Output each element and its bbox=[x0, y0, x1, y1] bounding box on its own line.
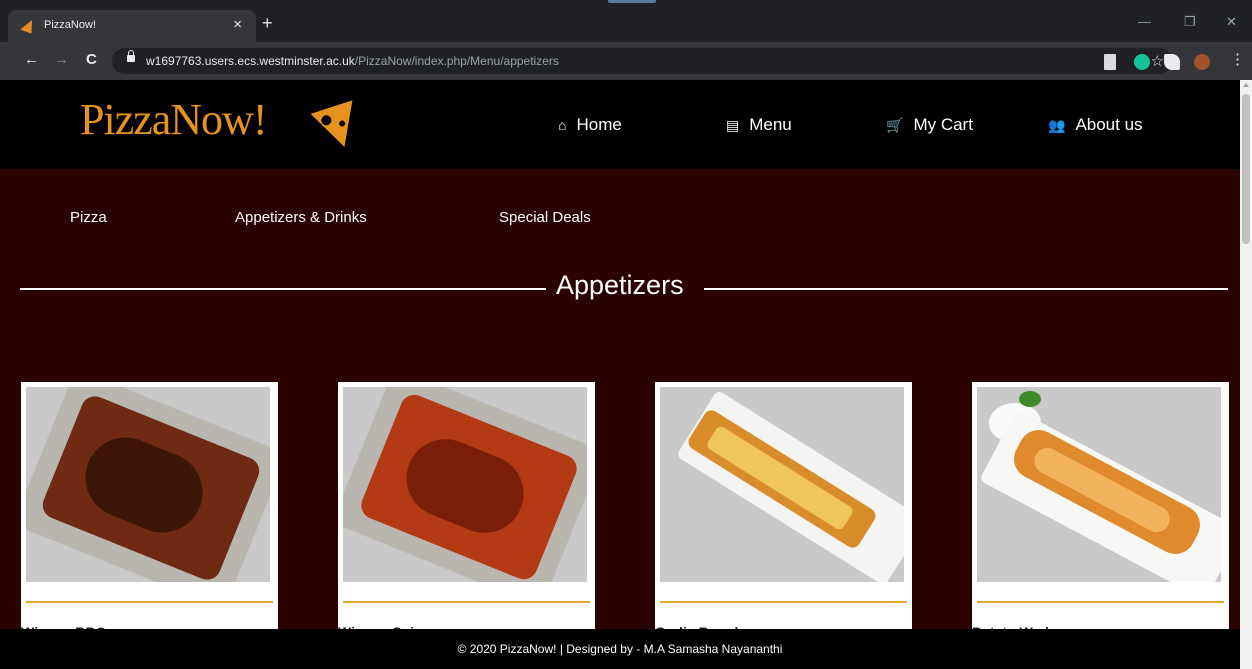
browser-menu-icon[interactable]: ⋮ bbox=[1230, 52, 1245, 68]
forward-icon[interactable]: → bbox=[54, 52, 69, 68]
window-close-icon[interactable]: ✕ bbox=[1226, 14, 1237, 30]
product-image-garlic-bread bbox=[660, 387, 904, 582]
book-icon: ▤ bbox=[726, 117, 740, 133]
nav-my-cart-label: My Cart bbox=[913, 115, 973, 134]
page-scrollbar[interactable] bbox=[1240, 80, 1252, 669]
category-appetizers-drinks[interactable]: Appetizers & Drinks bbox=[235, 209, 367, 226]
minimize-icon[interactable]: — bbox=[1138, 14, 1151, 29]
url-host: w1697763.users.ecs.westminster.ac.uk bbox=[146, 54, 355, 68]
restore-icon[interactable]: ❐ bbox=[1184, 14, 1196, 30]
section-divider-right bbox=[704, 288, 1228, 290]
tab-strip-accent bbox=[608, 0, 656, 3]
url-path: /PizzaNow/index.php/Menu/appetizers bbox=[354, 54, 559, 68]
product-image-wings-spicy bbox=[343, 387, 587, 582]
product-card[interactable]: Garlic Bread bbox=[655, 382, 912, 642]
pizza-favicon-icon bbox=[20, 17, 36, 34]
cart-icon: 🛒 bbox=[886, 117, 904, 133]
site-header: PizzaNow! ⌂ Home ▤ Menu 🛒 My Cart 👥 About us bbox=[0, 80, 1240, 169]
web-page: PizzaNow! ⌂ Home ▤ Menu 🛒 My Cart 👥 About us… bbox=[0, 80, 1240, 669]
nav-home-label: Home bbox=[576, 115, 622, 134]
scroll-up-arrow-icon[interactable] bbox=[1243, 83, 1249, 87]
product-image-potato-wedges bbox=[977, 387, 1221, 582]
card-divider bbox=[26, 601, 273, 603]
product-card[interactable]: Wings - BBQ bbox=[21, 382, 278, 642]
reader-extension-icon[interactable] bbox=[1104, 54, 1116, 70]
back-icon[interactable]: ← bbox=[24, 52, 39, 68]
bookmark-star-icon[interactable]: ☆ bbox=[1151, 52, 1164, 70]
card-divider bbox=[977, 601, 1224, 603]
url-text[interactable]: w1697763.users.ecs.westminster.ac.uk/Piz… bbox=[146, 54, 559, 68]
nav-home[interactable]: ⌂ Home bbox=[558, 115, 622, 135]
section-title: Appetizers bbox=[556, 270, 684, 300]
browser-toolbar: ← → C w1697763.users.ecs.westminster.ac.… bbox=[0, 42, 1252, 80]
grammarly-extension-icon[interactable] bbox=[1134, 54, 1150, 70]
product-card[interactable]: Wings - Spicy bbox=[338, 382, 595, 642]
section-divider-left bbox=[20, 288, 546, 290]
footer-text: © 2020 PizzaNow! | Designed by - M.A Sam… bbox=[457, 642, 783, 656]
site-footer: © 2020 PizzaNow! | Designed by - M.A Sam… bbox=[0, 629, 1240, 669]
address-bar[interactable]: w1697763.users.ecs.westminster.ac.uk/Piz… bbox=[112, 48, 1172, 74]
lock-icon bbox=[127, 50, 135, 62]
nav-about-us[interactable]: 👥 About us bbox=[1048, 115, 1143, 135]
nav-about-us-label: About us bbox=[1075, 115, 1143, 134]
nav-my-cart[interactable]: 🛒 My Cart bbox=[886, 115, 973, 135]
product-card[interactable]: Potato Wedges bbox=[972, 382, 1229, 642]
product-image-wings-bbq bbox=[26, 387, 270, 582]
home-icon: ⌂ bbox=[558, 117, 567, 133]
category-pizza[interactable]: Pizza bbox=[70, 209, 107, 226]
card-divider bbox=[660, 601, 907, 603]
tab-title: PizzaNow! bbox=[44, 19, 96, 31]
nav-menu[interactable]: ▤ Menu bbox=[726, 115, 792, 135]
scrollbar-thumb[interactable] bbox=[1242, 94, 1250, 244]
browser-tab-strip: PizzaNow! × + — ❐ ✕ bbox=[0, 0, 1252, 42]
tab-close-icon[interactable]: × bbox=[233, 16, 242, 33]
reload-icon[interactable]: C bbox=[86, 52, 97, 68]
pizza-slice-logo-icon bbox=[310, 100, 366, 154]
card-divider bbox=[343, 601, 590, 603]
profile-avatar-icon[interactable] bbox=[1194, 54, 1210, 70]
new-tab-icon[interactable]: + bbox=[262, 14, 273, 32]
nav-menu-label: Menu bbox=[749, 115, 792, 134]
site-logo[interactable]: PizzaNow! bbox=[80, 94, 267, 145]
extensions-puzzle-icon[interactable] bbox=[1164, 54, 1180, 70]
users-icon: 👥 bbox=[1048, 117, 1066, 133]
category-special-deals[interactable]: Special Deals bbox=[499, 209, 591, 226]
browser-tab[interactable]: PizzaNow! × bbox=[8, 10, 256, 42]
